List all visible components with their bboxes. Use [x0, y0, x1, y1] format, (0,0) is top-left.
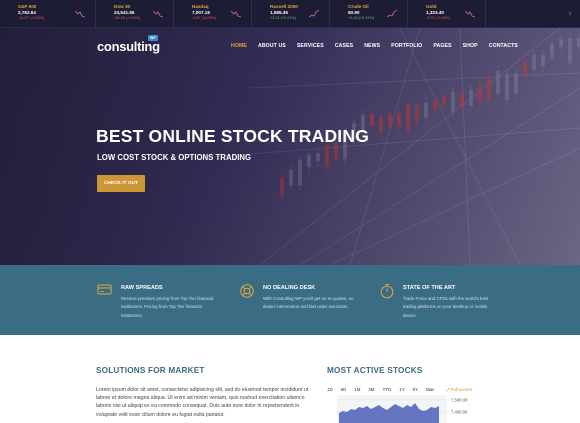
- range-5y[interactable]: 5Y: [413, 387, 418, 392]
- hero-title: BEST ONLINE STOCK TRADING: [96, 126, 370, 146]
- range-1d[interactable]: 1D: [327, 387, 333, 392]
- solutions-text: Lorem ipsum dolor sit amet, consectetur …: [96, 387, 309, 418]
- features-band: RAW SPREADS Receive premium pricing from…: [0, 265, 580, 335]
- lifebuoy-icon: [240, 284, 254, 298]
- stopwatch-icon: [380, 284, 394, 299]
- y-tick-label: 7,500.00: [451, 398, 468, 403]
- range-max[interactable]: Max: [426, 387, 434, 392]
- range-1y[interactable]: 1Y: [399, 387, 404, 392]
- sparkline-icon: [465, 10, 475, 18]
- y-tick-label: 7,400.00: [451, 410, 468, 415]
- nav-item-contacts[interactable]: CONTACTS: [489, 43, 518, 49]
- nav-item-pages[interactable]: PAGES: [433, 43, 451, 49]
- ticker-item[interactable]: S&P 500 2,762.64 -14.57 (-0.53%): [0, 0, 96, 28]
- ticker-change: +3.31 (+0.21%): [270, 16, 297, 20]
- fullscreen-link[interactable]: ⤢ Full screen: [446, 387, 472, 392]
- ticker-item[interactable]: Gold 1,323.40 -3.70 (-0.28%): [408, 0, 486, 28]
- sparkline-icon: [153, 10, 163, 18]
- solutions-title: SOLUTIONS FOR MARKET: [96, 366, 205, 375]
- brand-badge: WP: [148, 35, 158, 41]
- feature-desc: Receive premium pricing from Top Tier fi…: [121, 296, 214, 318]
- sparkline-icon: [309, 9, 319, 18]
- ticker-item[interactable]: Dow 30 24,541.55 -98.49 (-0.40%): [96, 0, 174, 28]
- ticker-bar: S&P 500 2,762.64 -14.57 (-0.53%) Dow 30 24,5…: [0, 0, 580, 28]
- ticker-change: -3.70 (-0.28%): [426, 16, 451, 20]
- ticker-item[interactable]: Russell 2000 1,585.36 +3.31 (+0.21%): [252, 0, 330, 28]
- ticker-item[interactable]: Crude Oil 60.90 +0.18 (+0.31%): [330, 0, 408, 28]
- feature-title: STATE OF THE ART: [403, 285, 456, 291]
- sparkline-icon: [231, 10, 241, 18]
- main-nav: HOME ABOUT US SERVICES CASES NEWS PORTFOLIO PA…: [231, 43, 518, 49]
- card-icon: [97, 284, 112, 295]
- nav-item-services[interactable]: SERVICES: [297, 43, 324, 49]
- fullscreen-label: Full screen: [450, 387, 473, 392]
- feature-desc: With Consulting WP you'll get no re-quot…: [263, 296, 354, 310]
- hero-section: consulting WP HOME ABOUT US SERVICES CASES N…: [0, 28, 580, 265]
- range-5d[interactable]: 5D: [341, 387, 347, 392]
- check-it-out-button[interactable]: CHECK IT OUT: [97, 175, 145, 192]
- feature-title: RAW SPREADS: [121, 285, 163, 291]
- hero-subtitle: LOW COST STOCK & OPTIONS TRADING: [97, 153, 252, 162]
- sparkline-icon: [387, 9, 397, 18]
- ticker-next-arrow[interactable]: ›: [560, 0, 580, 28]
- nav-item-shop[interactable]: SHOP: [463, 43, 478, 49]
- sparkline-icon: [75, 10, 85, 18]
- range-1m[interactable]: 1M: [354, 387, 360, 392]
- ticker-change: +0.18 (+0.31%): [348, 16, 375, 20]
- feature-desc: Trade Forex and CFDs with the world's be…: [403, 296, 489, 318]
- range-3m[interactable]: 3M: [368, 387, 374, 392]
- range-selector: 1D 5D 1M 3M YTD 1Y 5Y Max: [327, 387, 442, 392]
- ticker-change: -3.87 (-0.05%): [192, 16, 217, 20]
- ticker-change: -98.49 (-0.40%): [114, 16, 141, 20]
- ticker-item[interactable]: Nasdaq 7,007.15 -3.87 (-0.05%): [174, 0, 252, 28]
- nav-item-news[interactable]: NEWS: [364, 43, 380, 49]
- range-ytd[interactable]: YTD: [382, 387, 391, 392]
- stock-chart: 7,500.00 7,400.00: [337, 395, 468, 423]
- most-active-title: MOST ACTIVE STOCKS: [327, 366, 423, 375]
- nav-item-portfolio[interactable]: PORTFOLIO: [391, 43, 422, 49]
- feature-title: NO DEALING DESK: [263, 285, 316, 291]
- brand-logo[interactable]: consulting: [97, 39, 160, 54]
- nav-item-home[interactable]: HOME: [231, 43, 247, 49]
- nav-item-cases[interactable]: CASES: [335, 43, 353, 49]
- nav-item-about-us[interactable]: ABOUT US: [258, 43, 286, 49]
